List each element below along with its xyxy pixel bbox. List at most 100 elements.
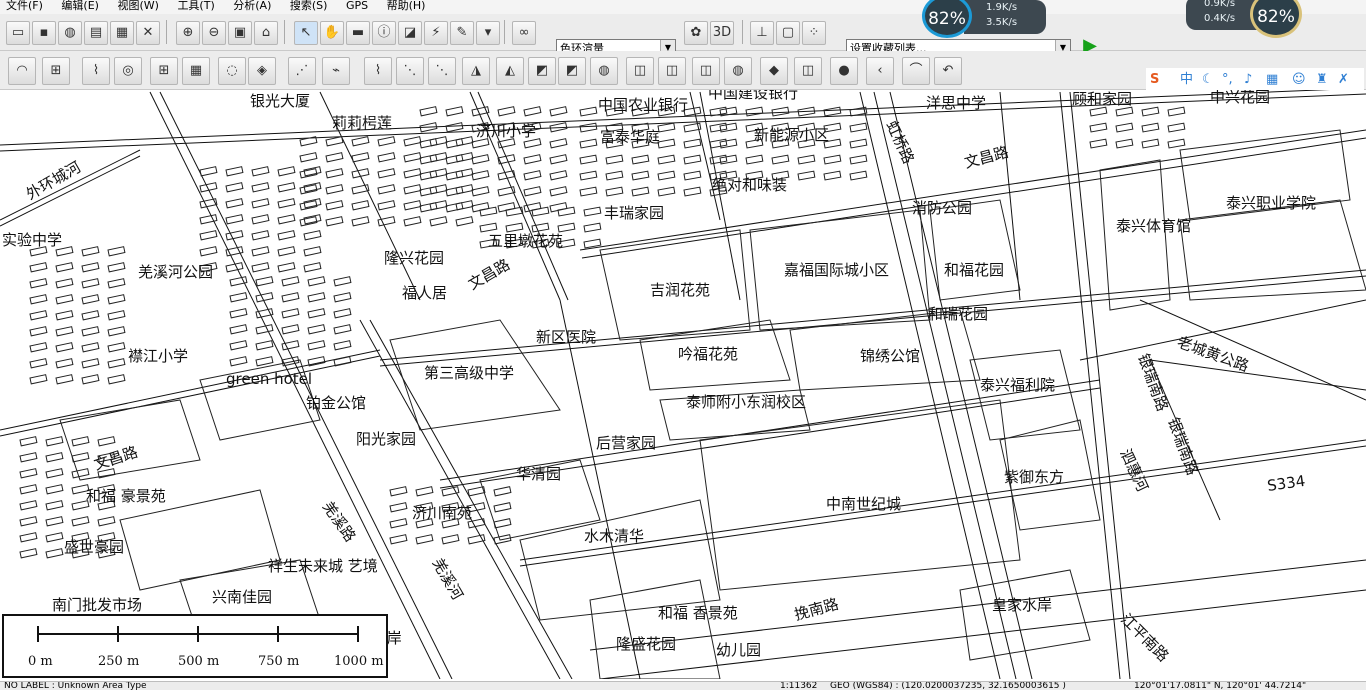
route-icon[interactable]: ⌇ — [82, 57, 110, 85]
menu-gps[interactable]: GPS — [346, 0, 368, 12]
building-strip — [251, 246, 270, 257]
save-icon[interactable]: ▪ — [32, 21, 56, 45]
shape-i-icon[interactable]: ◍ — [724, 57, 752, 85]
users-icon[interactable]: ☺ — [1292, 70, 1306, 90]
pencil-icon[interactable]: ✎ — [450, 21, 474, 45]
shape-l-icon[interactable]: ● — [830, 57, 858, 85]
toolbar-separator — [504, 20, 505, 44]
menu-file[interactable]: 文件(F) — [6, 0, 43, 12]
building-strip — [45, 468, 64, 479]
building-strip — [303, 182, 322, 193]
keyboard-icon[interactable]: ▦ — [1266, 70, 1278, 90]
map-label: 中国建设银行 — [708, 90, 798, 102]
polyline-icon[interactable]: ⌇ — [364, 57, 392, 85]
measure-icon[interactable]: ▬ — [346, 21, 370, 45]
select-icon[interactable]: ↖ — [294, 21, 318, 45]
shape-e-icon[interactable]: ◍ — [590, 57, 618, 85]
map-view[interactable]: 银光大厦 莉莉枵莲 济川小学 中国农业银行 中国建设银行 洋思中学 顾和家园 中兴花园 富泰华庭… — [0, 90, 1366, 679]
shape-f-icon[interactable]: ◫ — [626, 57, 654, 85]
curve-icon[interactable]: ⌒ — [902, 57, 930, 85]
zoom-extent-icon[interactable]: ▣ — [228, 21, 252, 45]
undo-icon[interactable]: ↶ — [934, 57, 962, 85]
mesh-icon[interactable]: ◈ — [248, 57, 276, 85]
microphone-icon[interactable]: ♪ — [1244, 70, 1252, 90]
3d-view-icon[interactable]: 3D — [710, 21, 734, 45]
block-outline — [1099, 159, 1171, 311]
map-label: 第三高级中学 — [424, 364, 514, 382]
shape-j-icon[interactable]: ◆ — [760, 57, 788, 85]
prev-icon[interactable]: ‹ — [866, 57, 894, 85]
draw-line-icon[interactable]: ◠ — [8, 57, 36, 85]
menu-analysis[interactable]: 分析(A) — [233, 0, 271, 12]
shape-k-icon[interactable]: ◫ — [794, 57, 822, 85]
punctuation-icon[interactable]: °, — [1222, 70, 1233, 90]
shape-b-icon[interactable]: ◭ — [496, 57, 524, 85]
moon-icon[interactable]: ☾ — [1202, 70, 1214, 90]
map-label: 铂金公馆 — [306, 394, 366, 412]
map-label: 新区医院 — [536, 328, 596, 346]
open-folder-icon[interactable]: ▭ — [6, 21, 30, 45]
merge-icon[interactable]: ◌ — [218, 57, 246, 85]
shape-g-icon[interactable]: ◫ — [658, 57, 686, 85]
dropdown-arrow-icon[interactable]: ▾ — [476, 21, 500, 45]
map-label: 中兴花园 — [1210, 90, 1270, 106]
ruler-icon[interactable]: ⊥ — [750, 21, 774, 45]
zoom-in-icon[interactable]: ⊕ — [176, 21, 200, 45]
map-canvas[interactable]: 银光大厦莉莉枵莲 济川小学 中国农业银行 中国建设银行 洋思中学 顾和家园 中兴花园富泰华庭… — [0, 90, 1366, 679]
add-node-icon[interactable]: ⊞ — [42, 57, 70, 85]
cut-icon[interactable]: ⋱ — [428, 57, 456, 85]
pen-icon[interactable]: ⌁ — [322, 57, 350, 85]
map-label: 吉润花苑 — [650, 281, 710, 299]
menu-help[interactable]: 帮助(H) — [387, 0, 426, 12]
identify-icon[interactable]: ⓘ — [372, 21, 396, 45]
tools-icon[interactable]: ✕ — [136, 21, 160, 45]
building-strip — [493, 486, 512, 497]
erase-icon[interactable]: ⋱ — [396, 57, 424, 85]
menu-edit[interactable]: 编辑(E) — [61, 0, 99, 12]
building-strip — [19, 484, 38, 495]
cpu-percent: 82% — [928, 9, 966, 29]
zoom-out-icon[interactable]: ⊖ — [202, 21, 226, 45]
spiral-icon[interactable]: ◎ — [114, 57, 142, 85]
chart-icon[interactable]: ◪ — [398, 21, 422, 45]
memory-gauge[interactable]: 82% — [1250, 0, 1302, 38]
document-icon[interactable]: ▢ — [776, 21, 800, 45]
shirt-icon[interactable]: ♜ — [1316, 70, 1328, 90]
building-strip — [403, 136, 422, 147]
code-icon[interactable]: ▦ — [182, 57, 210, 85]
building-strip — [377, 136, 396, 147]
building-strip — [377, 168, 396, 179]
shape-c-icon[interactable]: ◩ — [528, 57, 556, 85]
building-strip — [277, 166, 296, 177]
print-icon[interactable]: ▦ — [110, 21, 134, 45]
pan-hand-icon[interactable]: ✋ — [320, 21, 344, 45]
ime-mode[interactable]: 中 — [1180, 70, 1193, 90]
grid-dots-icon[interactable]: ⁘ — [802, 21, 826, 45]
upload-speed: 1.9K/s — [986, 2, 1018, 13]
home-icon[interactable]: ⌂ — [254, 21, 278, 45]
building-strip — [771, 154, 790, 165]
building-strip — [719, 122, 738, 133]
binoculars-icon[interactable]: ∞ — [512, 21, 536, 45]
menu-search[interactable]: 搜索(S) — [290, 0, 328, 12]
grid-add-icon[interactable]: ⊞ — [150, 57, 178, 85]
globe-icon[interactable]: ◍ — [58, 21, 82, 45]
building-strip — [549, 138, 568, 149]
points-icon[interactable]: ⋰ — [288, 57, 316, 85]
menu-view[interactable]: 视图(W) — [117, 0, 158, 12]
palette-icon[interactable]: ✿ — [684, 21, 708, 45]
shape-h-icon[interactable]: ◫ — [692, 57, 720, 85]
wrench-icon[interactable]: ✗ — [1338, 70, 1349, 90]
sogou-logo-icon[interactable]: S — [1150, 70, 1159, 90]
building-strip — [307, 340, 326, 351]
building-strip — [631, 186, 650, 197]
layer-icon[interactable]: ▤ — [84, 21, 108, 45]
map-label: 顾和家园 — [1072, 90, 1132, 108]
menu-tools[interactable]: 工具(T) — [177, 0, 214, 12]
shape-a-icon[interactable]: ◮ — [462, 57, 490, 85]
building-strip — [107, 358, 126, 369]
block-outline — [119, 489, 281, 591]
building-strip — [325, 136, 344, 147]
shape-d-icon[interactable]: ◩ — [558, 57, 586, 85]
tower-icon[interactable]: ⚡ — [424, 21, 448, 45]
